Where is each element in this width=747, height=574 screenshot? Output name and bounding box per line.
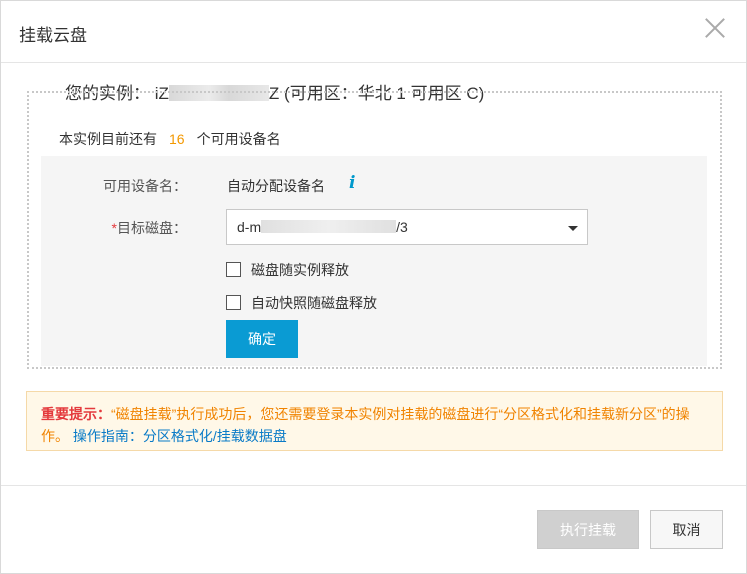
important-notice: 重要提示：“磁盘挂载”执行成功后，您还需要登录本实例对挂载的磁盘进行“分区格式化… [26, 391, 723, 451]
cancel-button[interactable]: 取消 [650, 510, 723, 549]
device-count-prefix: 本实例目前还有 [59, 131, 157, 147]
dialog-header: 挂载云盘 [1, 1, 746, 63]
device-count-line: 本实例目前还有 16 个可用设备名 [59, 129, 281, 149]
disk-value-start: d-m [237, 219, 262, 235]
disk-value-end: /3 [396, 219, 408, 235]
device-name-value: 自动分配设备名 [227, 178, 325, 194]
auto-snapshot-release-checkbox[interactable]: 自动快照随磁盘释放 [226, 293, 377, 313]
mount-disk-dialog: 挂载云盘 您的实例： iZ Z (可用区：华北 1 可用区 C) 本实例目前还有 1… [0, 0, 747, 574]
target-disk-label: *目标磁盘： [37, 218, 187, 238]
auto-snapshot-release-label: 自动快照随磁盘释放 [251, 295, 377, 311]
checkbox-box[interactable] [226, 262, 241, 277]
device-name-label: 可用设备名： [103, 178, 187, 194]
dialog-title: 挂载云盘 [19, 26, 87, 45]
target-disk-select[interactable]: d-m/3 [226, 209, 588, 245]
execute-mount-button[interactable]: 执行挂载 [537, 510, 639, 549]
release-with-instance-checkbox[interactable]: 磁盘随实例释放 [226, 260, 349, 280]
target-disk-label-text: 目标磁盘： [117, 220, 187, 236]
close-icon[interactable] [704, 17, 726, 39]
footer-divider [1, 485, 746, 486]
masked-disk-id [261, 220, 397, 233]
device-count-number: 16 [169, 131, 185, 147]
release-with-instance-label: 磁盘随实例释放 [251, 262, 349, 278]
notice-label: 重要提示： [41, 406, 111, 422]
guide-link[interactable]: 操作指南：分区格式化/挂载数据盘 [73, 428, 287, 444]
chevron-down-icon [568, 226, 578, 231]
device-count-suffix: 个可用设备名 [196, 131, 281, 147]
info-icon[interactable]: i [349, 173, 355, 193]
confirm-button[interactable]: 确定 [226, 320, 298, 358]
checkbox-box[interactable] [226, 295, 241, 310]
